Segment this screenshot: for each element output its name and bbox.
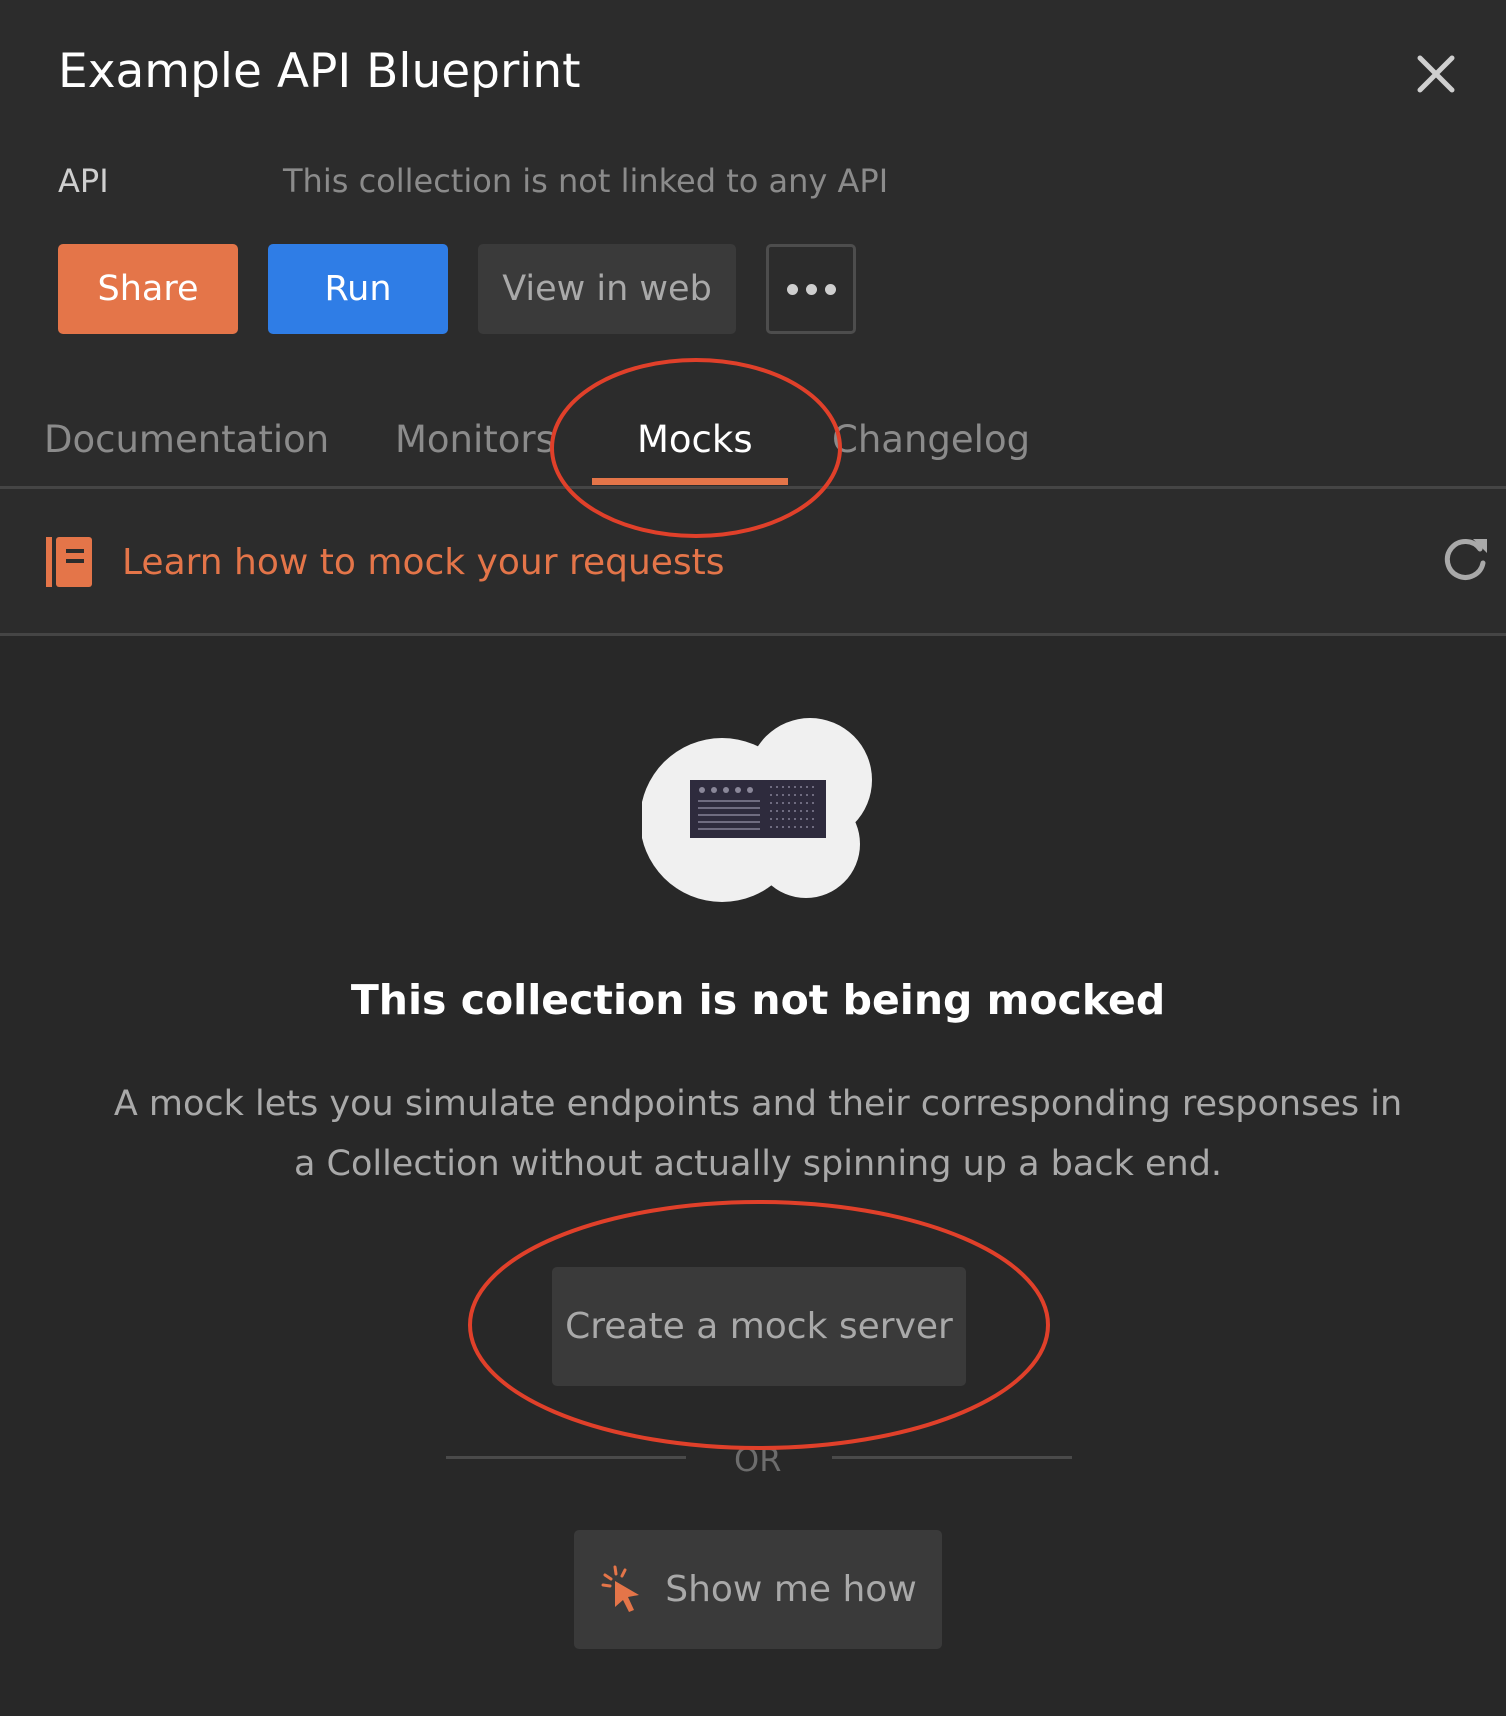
run-button[interactable]: Run: [268, 244, 448, 334]
learn-mock-link[interactable]: Learn how to mock your requests: [122, 539, 725, 587]
create-mock-server-button[interactable]: Create a mock server: [552, 1267, 966, 1386]
learn-bar: Learn how to mock your requests: [0, 489, 1506, 633]
api-link-status: This collection is not linked to any API: [283, 162, 889, 200]
close-icon[interactable]: [1412, 50, 1460, 98]
tab-changelog[interactable]: Changelog: [832, 415, 1030, 465]
more-actions-button[interactable]: [766, 244, 856, 334]
collection-header: Example API Blueprint API This collectio…: [0, 0, 1506, 488]
collection-tabs: Documentation Monitors Mocks Changelog: [0, 405, 1506, 488]
show-me-how-label: Show me how: [665, 1569, 917, 1610]
tab-documentation[interactable]: Documentation: [44, 415, 329, 465]
empty-state-title: This collection is not being mocked: [350, 976, 1166, 1024]
tab-monitors[interactable]: Monitors: [395, 415, 555, 465]
pointer-click-icon: [601, 1565, 640, 1612]
view-in-web-button[interactable]: View in web: [478, 244, 736, 334]
api-label: API: [58, 162, 109, 200]
active-tab-indicator: [592, 478, 788, 485]
or-divider-right: [832, 1456, 1072, 1459]
refresh-icon[interactable]: [1440, 533, 1490, 583]
collection-title: Example API Blueprint: [58, 44, 581, 99]
learn-divider: [0, 633, 1506, 636]
show-me-how-button[interactable]: Show me how: [574, 1530, 942, 1649]
mock-server-illustration: [642, 718, 872, 902]
or-label: OR: [734, 1441, 782, 1479]
share-button[interactable]: Share: [58, 244, 238, 334]
empty-state-description: A mock lets you simulate endpoints and t…: [113, 1084, 1403, 1184]
or-divider-left: [446, 1456, 686, 1459]
book-icon: [46, 537, 92, 587]
tab-mocks[interactable]: Mocks: [637, 415, 753, 465]
more-horizontal-icon: [786, 283, 836, 295]
